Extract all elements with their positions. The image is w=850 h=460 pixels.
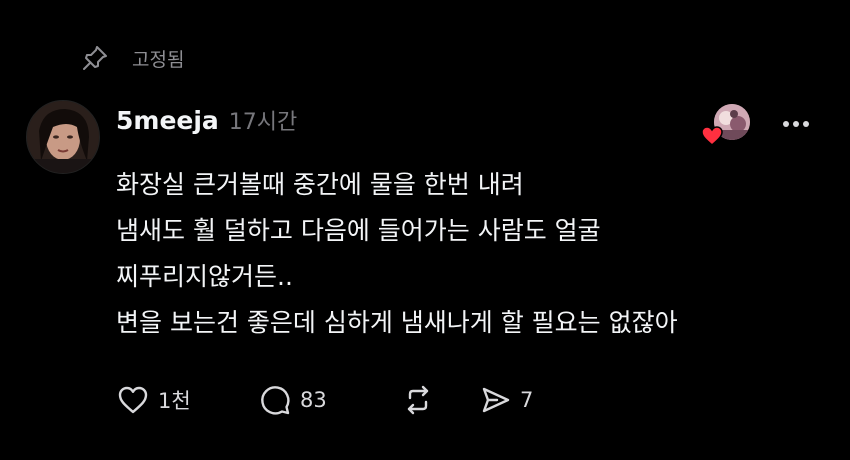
reply-count: 83 — [300, 388, 327, 412]
author-username[interactable]: 5meeja — [116, 106, 219, 135]
more-icon — [783, 121, 809, 127]
pinned-indicator: 고정됨 — [80, 38, 184, 78]
pinned-label: 고정됨 — [132, 48, 185, 71]
post-text-line: 냄새도 훨 덜하고 다음에 들어가는 사람도 얼굴 — [116, 216, 601, 245]
like-count: 1천 — [158, 389, 191, 413]
post-text-line: 변을 보는건 좋은데 심하게 냄새나게 할 필요는 없잖아 — [116, 308, 678, 337]
repost-icon — [407, 385, 429, 415]
more-options-button[interactable] — [772, 110, 820, 138]
share-button[interactable]: 7 — [478, 383, 578, 417]
send-icon — [482, 387, 510, 413]
repost-button[interactable] — [401, 383, 478, 417]
post-actions: 1천 83 7 — [116, 378, 578, 422]
post-timestamp: 17시간 — [228, 110, 298, 135]
author-avatar[interactable] — [26, 100, 100, 174]
post-text: 화장실 큰거볼때 중간에 물을 한번 내려 냄새도 훨 덜하고 다음에 들어가는… — [116, 162, 816, 346]
post-text-line: 찌푸리지않거든.. — [116, 262, 293, 291]
comment-icon — [261, 386, 290, 415]
share-count: 7 — [520, 388, 534, 412]
post-text-line: 화장실 큰거볼때 중간에 물을 한번 내려 — [116, 170, 524, 199]
pin-icon — [80, 43, 110, 73]
liked-heart-icon — [700, 124, 724, 148]
post-header: 5meeja 17시간 — [116, 104, 297, 144]
reply-button[interactable]: 83 — [258, 383, 401, 417]
like-button[interactable]: 1천 — [116, 383, 258, 417]
heart-icon — [118, 386, 148, 414]
